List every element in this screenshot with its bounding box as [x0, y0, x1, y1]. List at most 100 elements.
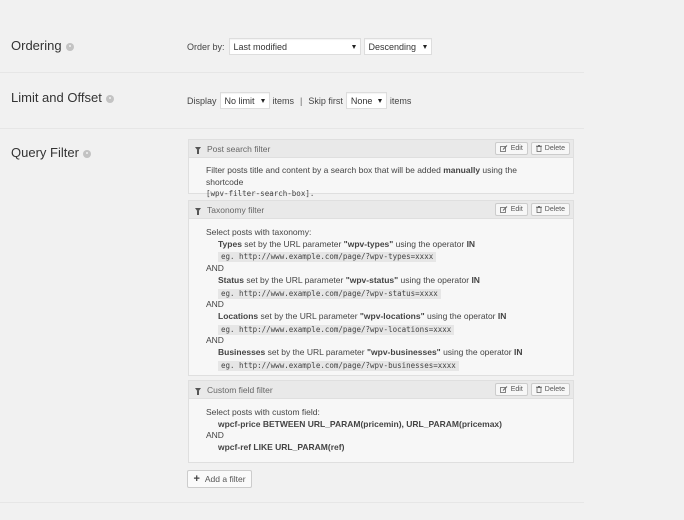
custom-field-condition: wpcf-price BETWEEN URL_PARAM(pricemin), … — [218, 418, 502, 429]
trash-icon — [535, 206, 542, 213]
operator: IN — [497, 310, 507, 321]
help-icon[interactable] — [65, 42, 74, 51]
edit-label: Edit — [510, 386, 523, 393]
section-divider — [0, 128, 584, 129]
taxonomy-name: Status — [218, 274, 244, 285]
add-filter-button[interactable]: + Add a filter — [187, 470, 252, 488]
taxonomy-intro: Select posts with taxonomy: — [206, 227, 312, 237]
order-by-select[interactable]: Last modified — [228, 38, 361, 55]
set-by-text: set by the URL parameter — [265, 347, 367, 358]
url-param: "wpv-types" — [343, 238, 394, 249]
custom-field-intro: Select posts with custom field: — [206, 407, 320, 417]
set-by-text: set by the URL parameter — [258, 310, 360, 321]
panel-title: Taxonomy filter — [207, 204, 265, 215]
panel-title: Custom field filter — [207, 384, 273, 395]
limit-title: Limit and Offset — [11, 90, 102, 105]
taxonomy-item: Locations set by the URL parameter "wpv-… — [206, 311, 556, 323]
taxonomy-name: Businesses — [218, 347, 266, 358]
operator-text: using the operator — [440, 347, 514, 358]
url-param: "wpv-businesses" — [366, 347, 441, 358]
display-limit-value: No limit — [224, 95, 255, 106]
edit-button[interactable]: Edit — [494, 383, 528, 396]
url-param: "wpv-locations" — [359, 310, 425, 321]
query-filter-title: Query Filter — [11, 145, 79, 160]
ordering-section-label: Ordering — [11, 38, 74, 53]
example-url: eg. http://www.example.com/page/?wpv-bus… — [218, 360, 459, 371]
order-by-value: Last modified — [233, 41, 288, 52]
delete-label: Delete — [544, 145, 565, 152]
chevron-down-icon — [260, 98, 265, 103]
add-filter-label: Add a filter — [204, 474, 246, 484]
delete-label: Delete — [544, 386, 565, 393]
trash-icon — [535, 386, 542, 393]
skip-first-value: None — [350, 95, 373, 106]
limit-row: Display No limit items | Skip first None… — [187, 92, 411, 109]
limit-section-label: Limit and Offset — [11, 90, 114, 105]
chevron-down-icon — [377, 98, 382, 103]
skip-first-label: Skip first — [308, 95, 343, 106]
operator-text: using the operator — [398, 274, 472, 285]
custom-field-filter-panel: Custom field filter Edit Delete Select p… — [188, 380, 574, 463]
operator-text: using the operator — [393, 238, 467, 249]
chevron-down-icon — [422, 44, 427, 49]
and-label: AND — [206, 430, 224, 441]
plus-icon: + — [193, 472, 200, 485]
panel-header: Post search filter Edit Delete — [189, 140, 573, 158]
section-divider — [0, 502, 584, 503]
edit-icon — [499, 145, 508, 152]
skip-first-select[interactable]: None — [345, 92, 387, 109]
trash-icon — [535, 145, 542, 152]
description-text: Filter posts title and content by a sear… — [206, 165, 444, 175]
items-label-2: items — [389, 95, 412, 106]
custom-field-condition: wpcf-ref LIKE URL_PARAM(ref) — [218, 442, 345, 453]
panel-body: Select posts with custom field: wpcf-pri… — [189, 399, 573, 462]
ordering-row: Order by: Last modified Descending — [187, 38, 432, 55]
delete-button[interactable]: Delete — [530, 383, 570, 396]
order-by-label: Order by: — [187, 41, 225, 52]
operator: IN — [466, 238, 476, 249]
and-label: AND — [206, 263, 224, 274]
panel-body: Select posts with taxonomy: Types set by… — [189, 219, 573, 379]
edit-icon — [499, 206, 508, 213]
filter-icon — [195, 387, 201, 395]
edit-button[interactable]: Edit — [494, 142, 528, 155]
filter-icon — [195, 146, 201, 154]
url-param: "wpv-status" — [345, 274, 399, 285]
chevron-down-icon — [351, 44, 356, 49]
taxonomy-item: Status set by the URL parameter "wpv-sta… — [206, 275, 556, 287]
display-limit-select[interactable]: No limit — [219, 92, 270, 109]
example-url: eg. http://www.example.com/page/?wpv-typ… — [218, 252, 437, 263]
set-by-text: set by the URL parameter — [243, 274, 346, 285]
delete-button[interactable]: Delete — [530, 203, 570, 216]
description-bold: manually — [443, 165, 481, 175]
order-direction-value: Descending — [368, 41, 417, 52]
operator-text: using the operator — [424, 310, 498, 321]
edit-button[interactable]: Edit — [494, 203, 528, 216]
post-search-filter-panel: Post search filter Edit Delete Filter po… — [188, 139, 574, 198]
taxonomy-name: Types — [218, 238, 242, 249]
ordering-title: Ordering — [11, 38, 62, 53]
edit-label: Edit — [510, 145, 523, 152]
post-search-description: Filter posts title and content by a sear… — [206, 165, 556, 188]
and-label: AND — [206, 299, 224, 310]
edit-icon — [499, 386, 508, 393]
example-url: eg. http://www.example.com/page/?wpv-loc… — [218, 324, 455, 335]
operator: IN — [513, 347, 523, 358]
help-icon[interactable] — [105, 94, 114, 103]
taxonomy-filter-panel: Taxonomy filter Edit Delete Select posts… — [188, 200, 574, 376]
items-label: items — [272, 95, 295, 106]
set-by-text: set by the URL parameter — [241, 238, 344, 249]
query-filter-section-label: Query Filter — [11, 145, 91, 160]
and-label: AND — [206, 335, 224, 346]
taxonomy-name: Locations — [218, 310, 259, 321]
help-icon[interactable] — [82, 149, 91, 158]
shortcode: [wpv-filter-search-box]. — [206, 189, 315, 199]
example-url: eg. http://www.example.com/page/?wpv-sta… — [218, 288, 441, 299]
delete-button[interactable]: Delete — [530, 142, 570, 155]
delete-label: Delete — [544, 206, 565, 213]
order-direction-select[interactable]: Descending — [363, 38, 432, 55]
operator: IN — [471, 274, 480, 285]
taxonomy-item: Types set by the URL parameter "wpv-type… — [206, 239, 556, 251]
edit-label: Edit — [510, 206, 523, 213]
panel-header: Custom field filter Edit Delete — [189, 381, 573, 399]
